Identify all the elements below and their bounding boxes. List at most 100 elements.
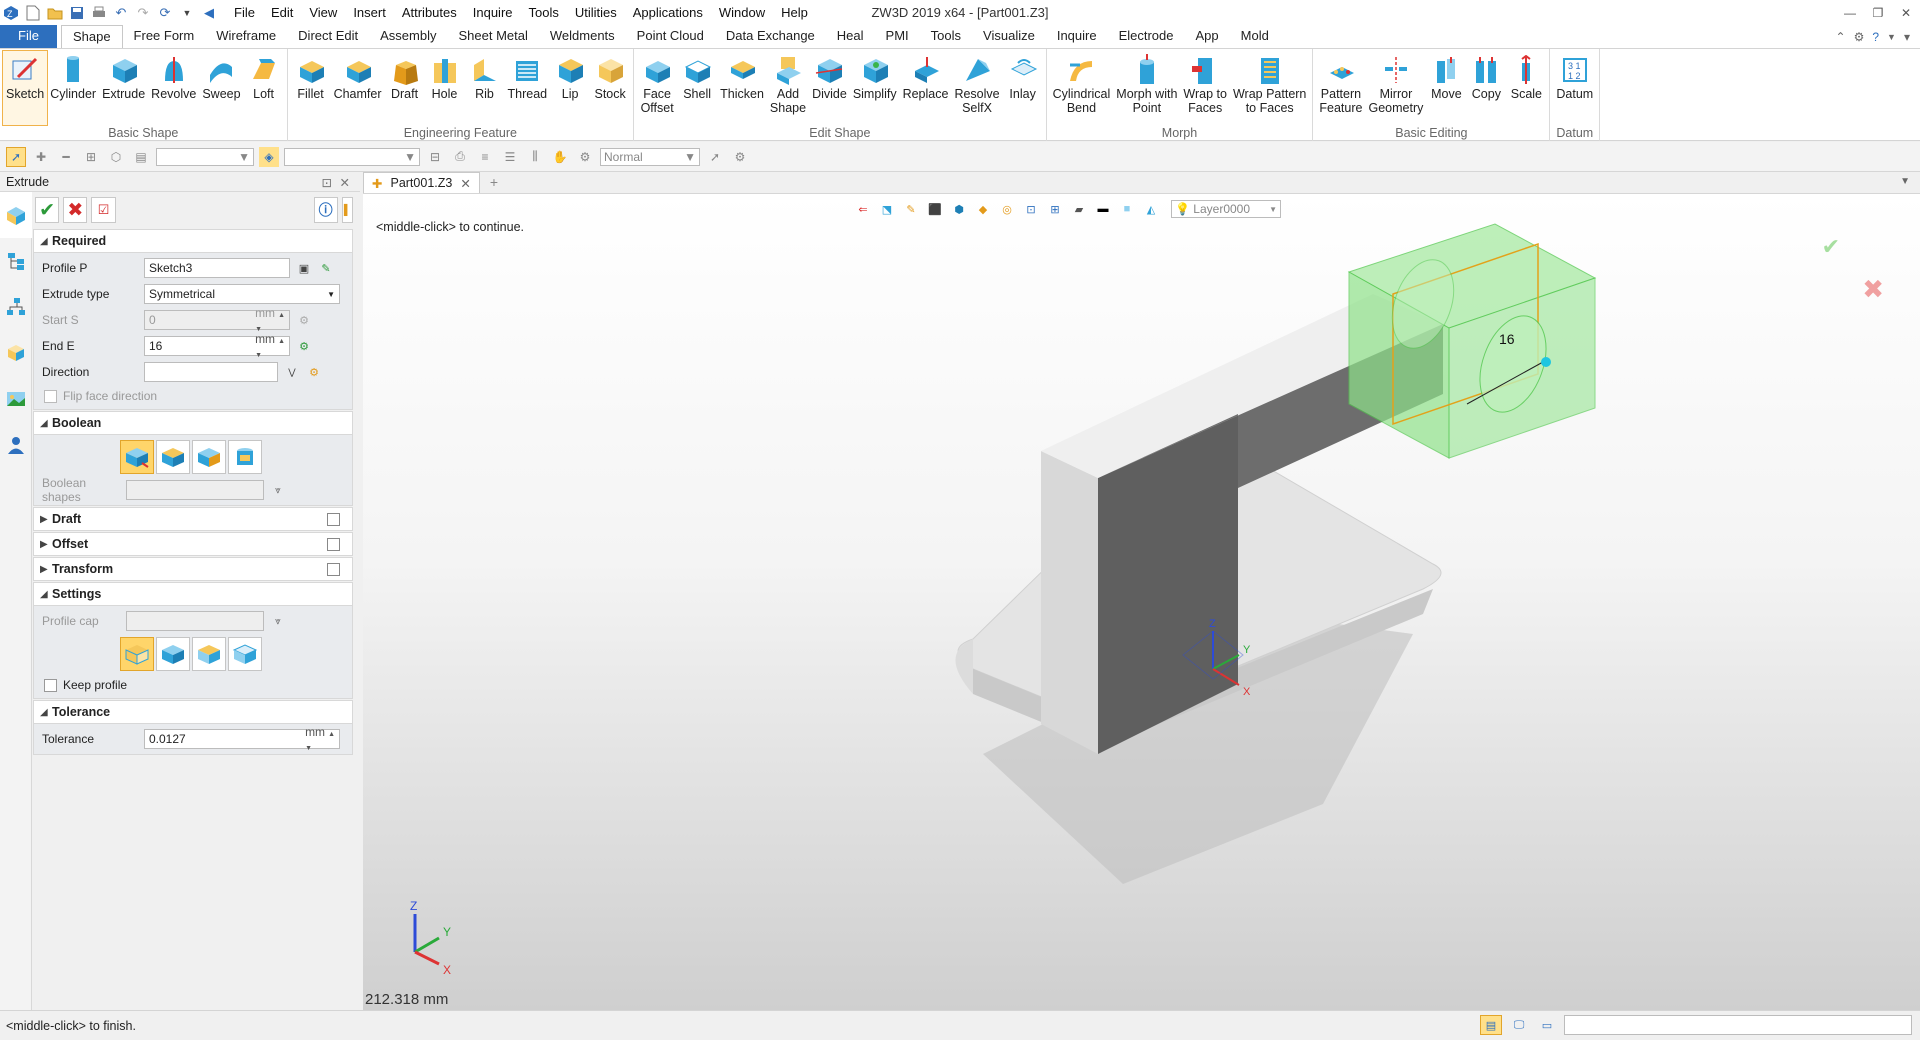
pick-arrow-icon[interactable]: ➚ [6, 146, 26, 167]
viewport-cancel-icon[interactable]: ✖ [1862, 274, 1884, 305]
tab-free-form[interactable]: Free Form [123, 25, 206, 48]
cylinder-button[interactable]: Cylinder [47, 51, 99, 125]
panel-close-icon[interactable]: ✕ [340, 175, 350, 190]
cancel-button[interactable]: ✖ [63, 197, 88, 223]
stock-button[interactable]: Stock [590, 51, 630, 125]
pan-icon[interactable]: ✋ [550, 147, 570, 167]
offset-checkbox[interactable] [327, 538, 340, 551]
flip-face-checkbox[interactable] [44, 389, 57, 403]
profile-sketch-icon[interactable]: ✎ [318, 260, 334, 276]
direction-pick-icon[interactable]: ⚙ [306, 364, 322, 380]
tab-wireframe[interactable]: Wireframe [205, 25, 287, 48]
assembly-tree-icon[interactable] [0, 284, 32, 330]
menu-applications[interactable]: Applications [625, 0, 711, 25]
copy-button[interactable]: Copy [1466, 51, 1506, 125]
tab-tools[interactable]: Tools [920, 25, 972, 48]
simplify-button[interactable]: Simplify [850, 51, 900, 125]
tab-sheet-metal[interactable]: Sheet Metal [448, 25, 539, 48]
boolean-shapes-field[interactable] [126, 480, 264, 500]
loft-button[interactable]: Loft [244, 51, 284, 125]
draft-button[interactable]: Draft [385, 51, 425, 125]
move-button[interactable]: Move [1426, 51, 1466, 125]
command-input[interactable] [1564, 1015, 1912, 1035]
section-settings[interactable]: ◢ Settings [33, 582, 353, 606]
help-dropdown-icon[interactable]: ▼ [1887, 32, 1896, 42]
lip-button[interactable]: Lip [550, 51, 590, 125]
datum-button[interactable]: 3 11 2 Datum [1553, 51, 1596, 125]
replace-button[interactable]: Replace [900, 51, 952, 125]
new-tab-icon[interactable]: + [480, 172, 508, 193]
section-tolerance[interactable]: ◢ Tolerance [33, 700, 353, 724]
feature-manager-icon[interactable] [0, 192, 32, 238]
snap-grid-icon[interactable]: ⊟ [425, 147, 445, 167]
fillet-button[interactable]: Fillet [291, 51, 331, 125]
ribbon-options-icon[interactable]: ▾ [1904, 30, 1910, 44]
redo-icon[interactable]: ↷ [132, 2, 154, 24]
part-library-icon[interactable] [0, 330, 32, 376]
pattern-feature-button[interactable]: Pattern Feature [1316, 51, 1365, 125]
add-shape-button[interactable]: Add Shape [767, 51, 809, 125]
tab-list-dropdown-icon[interactable]: ▼ [1900, 176, 1910, 187]
tab-file[interactable]: File [0, 25, 57, 48]
sketch-button[interactable]: Sketch [1, 50, 49, 126]
back-arrow-icon[interactable]: ◀ [198, 2, 220, 24]
pick-mode-icon[interactable]: ⚙ [575, 147, 595, 167]
menu-file[interactable]: File [226, 0, 263, 25]
collapse-ribbon-icon[interactable]: ⌃ [1836, 30, 1846, 44]
section-transform[interactable]: ▶ Transform [33, 557, 353, 581]
keep-profile-checkbox[interactable] [44, 678, 57, 692]
section-boolean[interactable]: ◢ Boolean [33, 411, 353, 435]
draft-checkbox[interactable] [327, 513, 340, 526]
boolean-add-button[interactable] [156, 440, 190, 474]
pick-add-icon[interactable]: ✚ [31, 147, 51, 167]
scale-button[interactable]: Scale [1506, 51, 1546, 125]
rib-button[interactable]: Rib [465, 51, 505, 125]
panel-expand-button[interactable]: ▌ [341, 197, 353, 223]
hole-button[interactable]: Hole [425, 51, 465, 125]
menu-attributes[interactable]: Attributes [394, 0, 465, 25]
apply-button[interactable]: ☑ [91, 197, 116, 223]
direction-dropdown-icon[interactable]: ⋁ [284, 364, 300, 380]
tab-heal[interactable]: Heal [826, 25, 875, 48]
morph-with-point-button[interactable]: Morph with Point [1113, 51, 1180, 125]
boolean-remove-button[interactable] [192, 440, 226, 474]
history-tree-icon[interactable] [0, 238, 32, 284]
direction-input[interactable] [144, 362, 278, 382]
section-required[interactable]: ◢ Required [33, 229, 353, 253]
menu-view[interactable]: View [301, 0, 345, 25]
status-display-icon[interactable]: 🖵 [1508, 1015, 1530, 1035]
print-icon[interactable] [88, 2, 110, 24]
cylindrical-bend-button[interactable]: Cylindrical Bend [1050, 51, 1114, 125]
doc-tab-close-icon[interactable]: ✕ [460, 176, 470, 191]
pick-remove-icon[interactable]: ━ [56, 147, 76, 167]
tab-inquire[interactable]: Inquire [1046, 25, 1108, 48]
end-input[interactable]: 16 mm ▲ ▼ [144, 332, 290, 359]
tab-electrode[interactable]: Electrode [1108, 25, 1185, 48]
extrude-type-select[interactable]: Symmetrical ▼ [144, 284, 340, 304]
viewport-ok-icon[interactable]: ✔ [1822, 234, 1840, 260]
cap-none-button[interactable] [228, 637, 262, 671]
snap-bars-icon[interactable]: ☰ [500, 147, 520, 167]
extrude-button[interactable]: Extrude [99, 51, 148, 125]
sweep-button[interactable]: Sweep [199, 51, 243, 125]
undo-icon[interactable]: ↶ [110, 2, 132, 24]
filter-combo[interactable]: ▼ [156, 147, 254, 166]
user-icon[interactable] [0, 422, 32, 468]
minimize-button[interactable]: — [1836, 0, 1864, 25]
settings-gear-icon[interactable]: ⚙ [1854, 30, 1865, 44]
status-window-icon[interactable]: ▭ [1536, 1015, 1558, 1035]
inlay-button[interactable]: Inlay [1003, 51, 1043, 125]
chamfer-button[interactable]: Chamfer [331, 51, 385, 125]
thicken-button[interactable]: Thicken [717, 51, 767, 125]
ok-button[interactable]: ✔ [35, 197, 60, 223]
menu-inquire[interactable]: Inquire [465, 0, 521, 25]
thread-button[interactable]: Thread [505, 51, 551, 125]
section-offset[interactable]: ▶ Offset [33, 532, 353, 556]
end-options-icon[interactable]: ⚙ [296, 338, 312, 354]
panel-pin-icon[interactable]: ⊡ [322, 175, 332, 190]
pick-box-icon[interactable]: ⊞ [81, 147, 101, 167]
tab-weldments[interactable]: Weldments [539, 25, 626, 48]
doc-tab-part001[interactable]: ✚ Part001.Z3 ✕ [363, 172, 480, 193]
layer-filter-icon[interactable]: ◈ [259, 146, 279, 167]
shell-button[interactable]: Shell [677, 51, 717, 125]
